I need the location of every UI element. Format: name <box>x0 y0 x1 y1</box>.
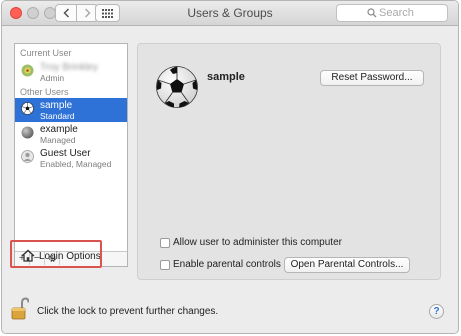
gray-ball-avatar-icon <box>21 126 34 139</box>
user-name: example <box>40 124 78 135</box>
title-bar: Users & Groups Search <box>2 1 458 26</box>
lock-message: Click the lock to prevent further change… <box>37 306 219 317</box>
user-role: Standard <box>40 111 75 121</box>
unlocked-padlock-icon[interactable] <box>11 297 29 321</box>
help-button[interactable]: ? <box>429 304 444 319</box>
reset-password-button[interactable]: Reset Password... <box>320 70 424 86</box>
user-list: Current User Troy Brinkley Admin Other U… <box>14 43 128 267</box>
user-name: sample <box>40 100 73 111</box>
allow-admin-label: Allow user to administer this computer <box>173 237 342 248</box>
search-field[interactable]: Search <box>336 4 448 22</box>
parental-controls-checkbox-row[interactable]: Enable parental controls <box>160 259 281 273</box>
search-placeholder: Search <box>379 7 414 19</box>
selected-user-name: sample <box>207 71 245 83</box>
allow-admin-checkbox-row[interactable]: Allow user to administer this computer <box>160 237 400 251</box>
flower-avatar-icon <box>21 64 34 77</box>
users-groups-window: Users & Groups Search Current User Troy … <box>1 0 459 334</box>
current-user-row[interactable]: Troy Brinkley Admin <box>15 60 127 84</box>
parental-controls-checkbox[interactable] <box>160 260 170 270</box>
person-silhouette-icon <box>21 150 34 163</box>
other-users-label: Other Users <box>20 87 69 97</box>
parental-controls-label: Enable parental controls <box>173 259 281 270</box>
current-user-name: Troy Brinkley <box>40 62 98 73</box>
user-role: Managed <box>40 135 76 145</box>
current-user-label: Current User <box>20 48 72 58</box>
user-row-sample[interactable]: sample Standard <box>15 98 127 122</box>
soccer-ball-icon <box>21 102 34 115</box>
allow-admin-checkbox[interactable] <box>160 238 170 248</box>
open-parental-controls-button[interactable]: Open Parental Controls... <box>284 257 410 273</box>
user-row-guest[interactable]: Guest User Enabled, Managed <box>15 146 127 170</box>
search-icon <box>367 8 377 18</box>
current-user-role: Admin <box>40 73 65 83</box>
user-name: Guest User <box>40 148 91 159</box>
user-role: Enabled, Managed <box>40 159 112 169</box>
annotation-highlight <box>10 240 102 268</box>
user-row-example[interactable]: example Managed <box>15 122 127 146</box>
soccer-ball-picture[interactable] <box>155 65 199 109</box>
